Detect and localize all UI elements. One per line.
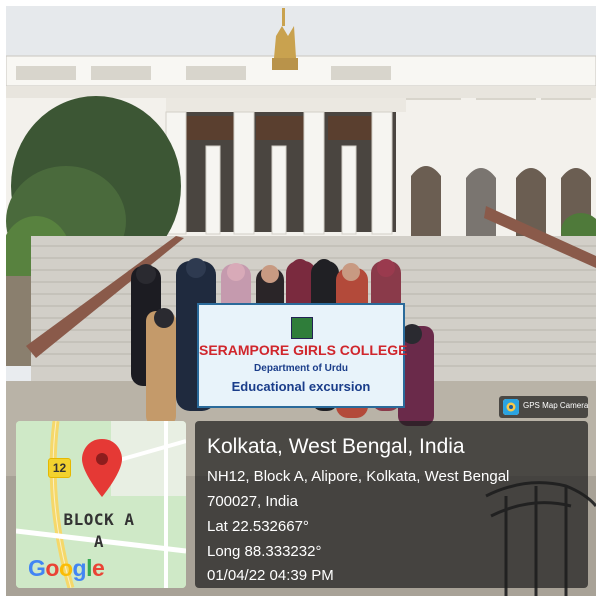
location-info-panel: Kolkata, West Bengal, India NH12, Block … (195, 421, 588, 588)
block-label-line1: BLOCK A (63, 510, 135, 529)
address-line2: 700027, India (207, 493, 298, 510)
google-letter: e (91, 555, 105, 581)
banner-subtitle: Educational excursion (231, 379, 371, 394)
address-line1: NH12, Block A, Alipore, Kolkata, West Be… (207, 468, 510, 485)
gps-camera-icon (503, 399, 519, 415)
latitude: Lat 22.532667° (207, 518, 309, 535)
map-thumbnail: 12 BLOCK A A Google (16, 421, 186, 588)
map-block-label: BLOCK A A (54, 509, 144, 553)
banner-title: SERAMPORE GIRLS COLLEGE (199, 342, 408, 358)
google-letter: g (72, 555, 87, 581)
google-letter: G (28, 555, 46, 581)
college-banner: SERAMPORE GIRLS COLLEGE Department of Ur… (197, 303, 408, 408)
college-logo-icon (291, 317, 313, 339)
road-number-badge: 12 (48, 458, 71, 478)
longitude: Long 88.333232° (207, 543, 322, 560)
google-logo: Google (28, 555, 105, 582)
gps-camera-label: GPS Map Camera (523, 401, 589, 410)
google-letter: o (58, 555, 73, 581)
google-letter: o (45, 555, 59, 581)
gps-camera-badge: GPS Map Camera (499, 396, 588, 418)
timestamp: 01/04/22 04:39 PM (207, 567, 334, 584)
block-label-line2: A (93, 532, 105, 551)
location-title: Kolkata, West Bengal, India (207, 435, 465, 458)
banner-department: Department of Urdu (254, 363, 348, 374)
